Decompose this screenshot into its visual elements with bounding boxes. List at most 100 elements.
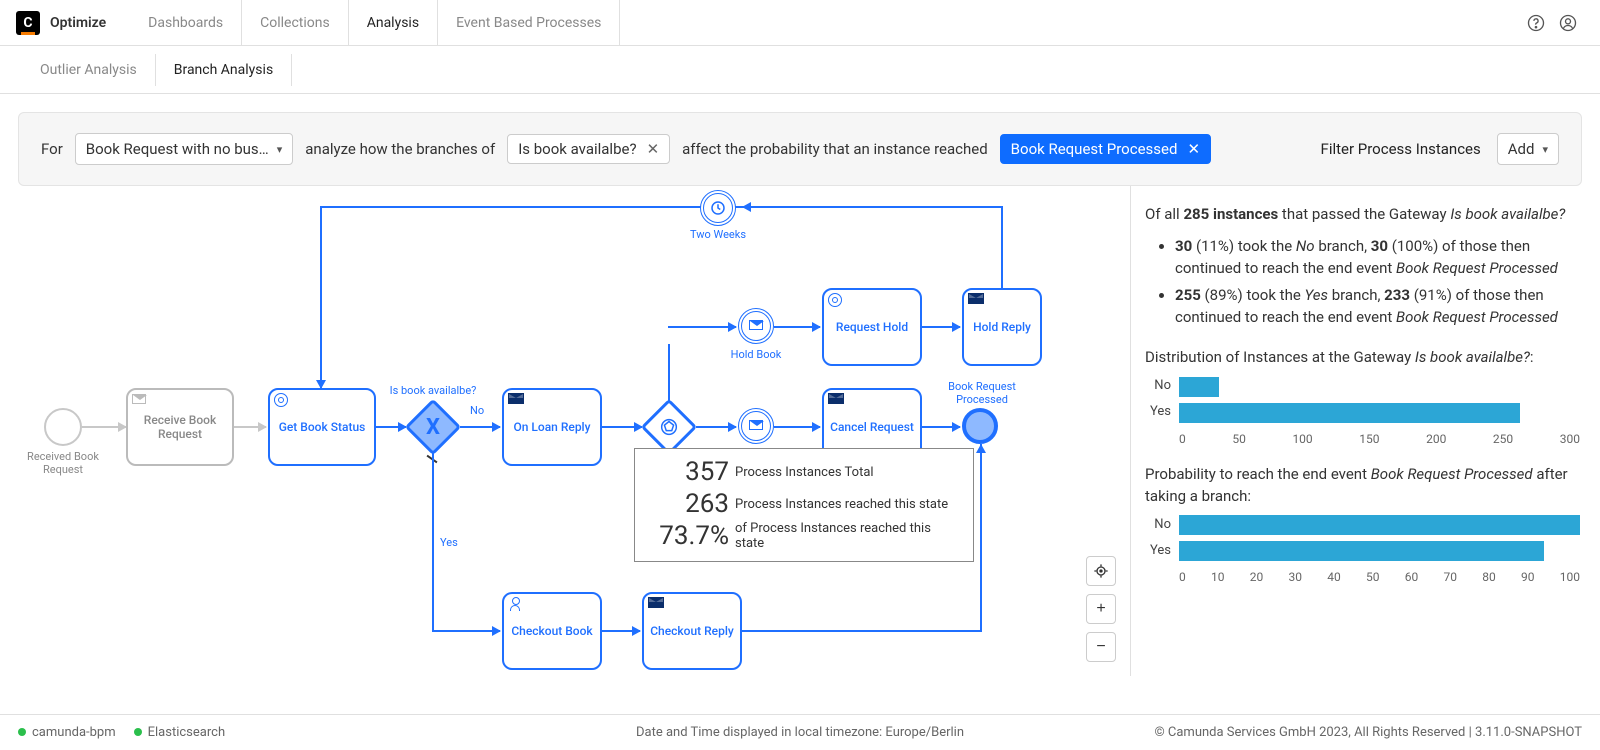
bpmn-canvas[interactable]: Received Book Request Receive Book Reque… — [0, 186, 1130, 676]
process-select-value: Book Request with no bus… — [86, 140, 269, 158]
chart-bar — [1179, 403, 1520, 423]
copyright: © Camunda Services GmbH 2023, All Rights… — [1154, 725, 1582, 740]
fit-viewport-button[interactable] — [1086, 556, 1116, 586]
task-request-hold[interactable]: Request Hold — [822, 288, 922, 366]
close-icon[interactable]: ✕ — [1187, 140, 1200, 158]
event-two-weeks-label: Two Weeks — [688, 228, 748, 241]
yes-label: Yes — [440, 536, 458, 549]
nav-analysis[interactable]: Analysis — [349, 0, 438, 46]
gear-icon — [828, 293, 842, 310]
task-label: Cancel Request — [830, 420, 914, 434]
gateway-pill-label: Is book availalbe? — [518, 140, 636, 158]
task-checkout-book[interactable]: Checkout Book — [502, 592, 602, 670]
envelope-filled-icon — [828, 393, 844, 407]
start-event-label: Received Book Request — [22, 450, 104, 476]
status-bar: camunda-bpm Elasticsearch Date and Time … — [0, 714, 1600, 750]
event-two-weeks[interactable] — [700, 190, 736, 226]
tab-branch-analysis[interactable]: Branch Analysis — [156, 54, 292, 86]
probability-chart: No Yes 0102030405060708090100 — [1145, 515, 1580, 586]
task-on-loan-reply[interactable]: On Loan Reply — [502, 388, 602, 466]
chevron-down-icon: ▾ — [1542, 143, 1548, 156]
start-event[interactable] — [44, 408, 82, 446]
event-hold-book[interactable] — [738, 308, 774, 344]
event-hold-book-label: Hold Book — [726, 348, 786, 361]
nav-event-based-processes[interactable]: Event Based Processes — [438, 0, 620, 46]
end-event-label: Book Request Processed — [944, 380, 1020, 406]
chart-axis: 050100150200250300 — [1179, 429, 1580, 448]
query-text-2: affect the probability that an instance … — [682, 140, 988, 158]
task-label: Checkout Book — [511, 624, 592, 638]
service-status: Elasticsearch — [134, 725, 225, 740]
distribution-title: Distribution of Instances at the Gateway… — [1145, 347, 1580, 369]
envelope-icon — [132, 393, 146, 407]
tab-outlier-analysis[interactable]: Outlier Analysis — [40, 54, 156, 86]
primary-nav: Dashboards Collections Analysis Event Ba… — [130, 0, 620, 46]
chart-bar — [1179, 515, 1580, 535]
distribution-chart: No Yes 050100150200250300 — [1145, 377, 1580, 448]
filter-label: Filter Process Instances — [1321, 140, 1481, 158]
chart-bar — [1179, 377, 1219, 397]
zoom-out-button[interactable]: − — [1086, 632, 1116, 662]
task-label: Checkout Reply — [650, 624, 734, 638]
zoom-in-button[interactable]: + — [1086, 594, 1116, 624]
event-cancel-message[interactable] — [738, 408, 774, 444]
envelope-filled-icon — [968, 293, 984, 307]
end-event-pill-label: Book Request Processed — [1011, 140, 1178, 158]
zoom-controls: + − — [1086, 556, 1116, 662]
main-area: Received Book Request Receive Book Reque… — [0, 186, 1600, 676]
envelope-icon — [749, 418, 763, 434]
chart-axis: 0102030405060708090100 — [1179, 567, 1580, 586]
user-icon[interactable] — [1552, 7, 1584, 39]
end-event-book-request-processed[interactable] — [962, 408, 998, 444]
summary-bullet-yes: 255 (89%) took the Yes branch, 233 (91%)… — [1175, 285, 1580, 329]
envelope-icon — [749, 318, 763, 334]
timezone-note: Date and Time displayed in local timezon… — [636, 725, 964, 740]
task-get-book-status[interactable]: Get Book Status — [268, 388, 376, 466]
add-filter-label: Add — [1508, 140, 1535, 158]
results-panel: Of all 285 instances that passed the Gat… — [1130, 186, 1600, 676]
nav-collections[interactable]: Collections — [242, 0, 349, 46]
nav-dashboards[interactable]: Dashboards — [130, 0, 242, 46]
branch-query-bar: For Book Request with no bus… ▾ analyze … — [18, 112, 1582, 186]
tooltip-reached-value: 263 — [645, 489, 729, 519]
gateway-event-based[interactable] — [642, 400, 696, 454]
task-hold-reply[interactable]: Hold Reply — [962, 288, 1042, 366]
chart-cat-label: Yes — [1145, 542, 1171, 561]
probability-title: Probability to reach the end event Book … — [1145, 464, 1580, 508]
node-statistics-tooltip: 357 Process Instances Total 263 Process In… — [634, 448, 974, 562]
tooltip-total-text: Process Instances Total — [735, 465, 874, 480]
add-filter-button[interactable]: Add ▾ — [1497, 133, 1559, 165]
chevron-down-icon: ▾ — [277, 143, 283, 156]
gateway-pill[interactable]: Is book availalbe? ✕ — [507, 134, 670, 164]
person-icon — [508, 597, 522, 614]
app-logo: C — [16, 11, 40, 35]
tooltip-pct-value: 73.7% — [645, 521, 729, 551]
app-name: Optimize — [50, 15, 106, 31]
task-checkout-reply[interactable]: Checkout Reply — [642, 592, 742, 670]
tooltip-total-value: 357 — [645, 457, 729, 487]
chart-cat-label: No — [1145, 516, 1171, 535]
tooltip-pct-text: of Process Instances reached this state — [735, 521, 963, 551]
task-label: Get Book Status — [279, 420, 366, 434]
query-text-1: analyze how the branches of — [305, 140, 495, 158]
task-label: Hold Reply — [973, 320, 1031, 334]
task-label: Request Hold — [836, 320, 908, 334]
summary-bullet-no: 30 (11%) took the No branch, 30 (100%) o… — [1175, 236, 1580, 280]
envelope-filled-icon — [508, 393, 524, 407]
close-icon[interactable]: ✕ — [647, 140, 660, 158]
task-receive-book-request[interactable]: Receive Book Request — [126, 388, 234, 466]
chart-cat-label: No — [1145, 377, 1171, 396]
chart-cat-label: Yes — [1145, 403, 1171, 422]
help-icon[interactable] — [1520, 7, 1552, 39]
end-event-pill[interactable]: Book Request Processed ✕ — [1000, 134, 1211, 164]
tooltip-reached-text: Process Instances reached this state — [735, 497, 948, 512]
analysis-subtabs: Outlier Analysis Branch Analysis — [0, 46, 1600, 94]
top-bar: C Optimize Dashboards Collections Analys… — [0, 0, 1600, 46]
status-dot-icon — [18, 728, 26, 736]
no-label: No — [470, 404, 484, 417]
process-select[interactable]: Book Request with no bus… ▾ — [75, 133, 293, 165]
gateway-is-book-available[interactable]: X — [406, 400, 460, 454]
envelope-filled-icon — [648, 597, 664, 611]
chart-bar — [1179, 541, 1544, 561]
task-label: On Loan Reply — [513, 420, 590, 434]
